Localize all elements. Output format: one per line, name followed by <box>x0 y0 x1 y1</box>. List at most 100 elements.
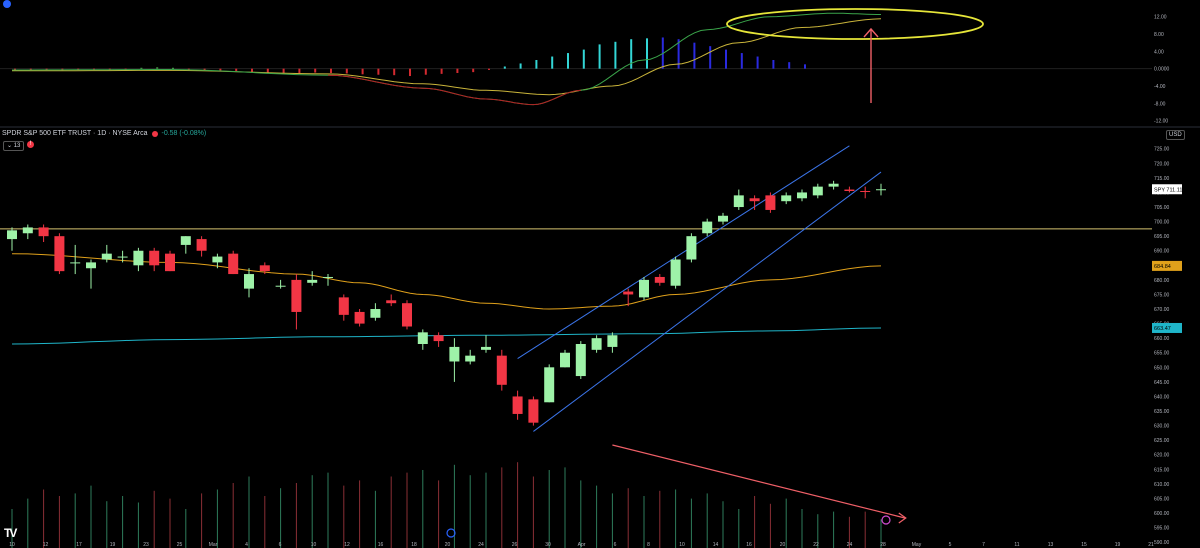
histogram-bar <box>693 42 696 69</box>
candle-body <box>812 186 823 196</box>
histogram-bar <box>266 68 269 73</box>
candle-body <box>449 346 460 362</box>
candle-body <box>7 230 17 240</box>
histogram-bar <box>582 49 585 69</box>
candle-body <box>101 253 112 260</box>
time-axis-label: 5 <box>949 542 952 548</box>
price-axis-label: 700.00 <box>1154 220 1170 226</box>
time-axis-label: 16 <box>378 542 384 548</box>
oscillator-main-line <box>12 12 881 106</box>
candle-body <box>654 276 665 283</box>
candle-body <box>591 338 602 350</box>
histogram-bar <box>630 39 633 69</box>
price-axis-label: 610.00 <box>1154 482 1170 488</box>
alert-icon[interactable]: ! <box>27 141 34 148</box>
symbol-title: SPDR S&P 500 ETF TRUST · 1D · NYSE Arca <box>2 130 148 137</box>
histogram-bar <box>788 62 791 69</box>
oscillator-axis-label: -4.00 <box>1154 84 1166 90</box>
histogram-bar <box>282 68 285 73</box>
candle-body <box>465 355 476 362</box>
time-axis-label: 10 <box>311 542 317 548</box>
price-axis-label: 680.00 <box>1154 278 1170 284</box>
time-axis-label: 25 <box>177 542 183 548</box>
histogram-bar <box>424 68 427 75</box>
candle-body <box>496 355 507 385</box>
histogram-bar <box>567 53 569 69</box>
time-axis-label: 10 <box>9 542 15 548</box>
time-axis-label: 4 <box>245 542 248 548</box>
time-axis-label: 17 <box>76 542 82 548</box>
indicator-count-badge[interactable]: ⌄ 13 <box>3 141 25 151</box>
earnings-marker-icon <box>881 515 891 525</box>
price-axis-label: 595.00 <box>1154 526 1170 532</box>
candle-body <box>165 253 175 272</box>
time-axis-label: 28 <box>880 542 886 548</box>
candle-body <box>765 195 776 210</box>
time-axis-label: 24 <box>478 542 484 548</box>
candle-body <box>481 346 491 350</box>
candle-body <box>718 215 728 222</box>
histogram-bar <box>519 63 522 69</box>
candle-body <box>323 276 333 278</box>
price-axis-label: 720.00 <box>1154 161 1170 167</box>
candle-body <box>117 256 128 258</box>
candle-body <box>417 332 428 344</box>
histogram-bar <box>172 67 174 69</box>
candle-body <box>180 236 191 245</box>
price-change: -0.58 (-0.08%) <box>161 130 207 137</box>
candle-body <box>623 291 634 295</box>
candle-body <box>22 227 33 234</box>
histogram-bar <box>251 68 253 73</box>
candle-body <box>433 335 444 342</box>
market-status-icon <box>151 130 158 137</box>
candle-body <box>212 256 223 263</box>
candle-body <box>639 279 649 298</box>
candle-body <box>686 236 697 260</box>
candle-body <box>702 221 713 234</box>
price-axis-label: 605.00 <box>1154 496 1170 502</box>
price-axis-label: 640.00 <box>1154 394 1170 400</box>
time-axis-label: 20 <box>445 542 451 548</box>
price-axis-label: 590.00 <box>1154 540 1170 546</box>
ema-tag: 684.84 <box>1154 264 1171 270</box>
candle-body <box>133 250 144 266</box>
time-axis-label: 12 <box>344 542 350 548</box>
symbol-header: SPDR S&P 500 ETF TRUST · 1D · NYSE Arca … <box>2 130 206 137</box>
candle-body <box>828 183 839 187</box>
price-axis-label: 675.00 <box>1154 292 1170 298</box>
price-axis-label: 670.00 <box>1154 307 1170 313</box>
time-axis-label: 6 <box>279 542 282 548</box>
volume-trendline <box>612 444 905 519</box>
time-axis-label: 19 <box>1115 542 1121 548</box>
indicator-count: 13 <box>13 143 21 149</box>
candle-body <box>291 279 302 312</box>
price-axis-label: 620.00 <box>1154 453 1170 459</box>
tradingview-logo-icon: TV <box>4 526 17 540</box>
histogram-bar <box>535 60 538 69</box>
histogram-bar <box>551 56 554 69</box>
price-axis-label: 660.00 <box>1154 336 1170 342</box>
event-marker-icon <box>446 528 456 538</box>
time-axis-label: 26 <box>512 542 518 548</box>
time-axis-label: 13 <box>1048 542 1054 548</box>
currency-selector[interactable]: USD <box>1166 130 1185 140</box>
time-axis-label: 10 <box>679 542 685 548</box>
oscillator-axis-label: 12.00 <box>1154 15 1167 21</box>
histogram-bar <box>330 68 332 73</box>
candle-body <box>733 195 744 208</box>
candle-body <box>749 198 760 202</box>
histogram-bar <box>377 68 380 75</box>
price-axis-label: 600.00 <box>1154 511 1170 517</box>
time-axis-label: 19 <box>110 542 116 548</box>
histogram-bar <box>804 64 806 69</box>
candle-body <box>781 195 792 202</box>
time-axis-label: 21 <box>1148 542 1154 548</box>
time-axis-label: 7 <box>982 542 985 548</box>
candle-body <box>38 227 49 237</box>
time-axis-label: 24 <box>847 542 853 548</box>
candle-body <box>876 189 886 191</box>
price-chart[interactable]: 725.00720.00715.00710.00705.00700.00695.… <box>0 0 1200 548</box>
histogram-bar <box>393 68 396 76</box>
price-axis-label: 725.00 <box>1154 147 1170 153</box>
oscillator-axis-label: 0.0000 <box>1154 67 1170 73</box>
